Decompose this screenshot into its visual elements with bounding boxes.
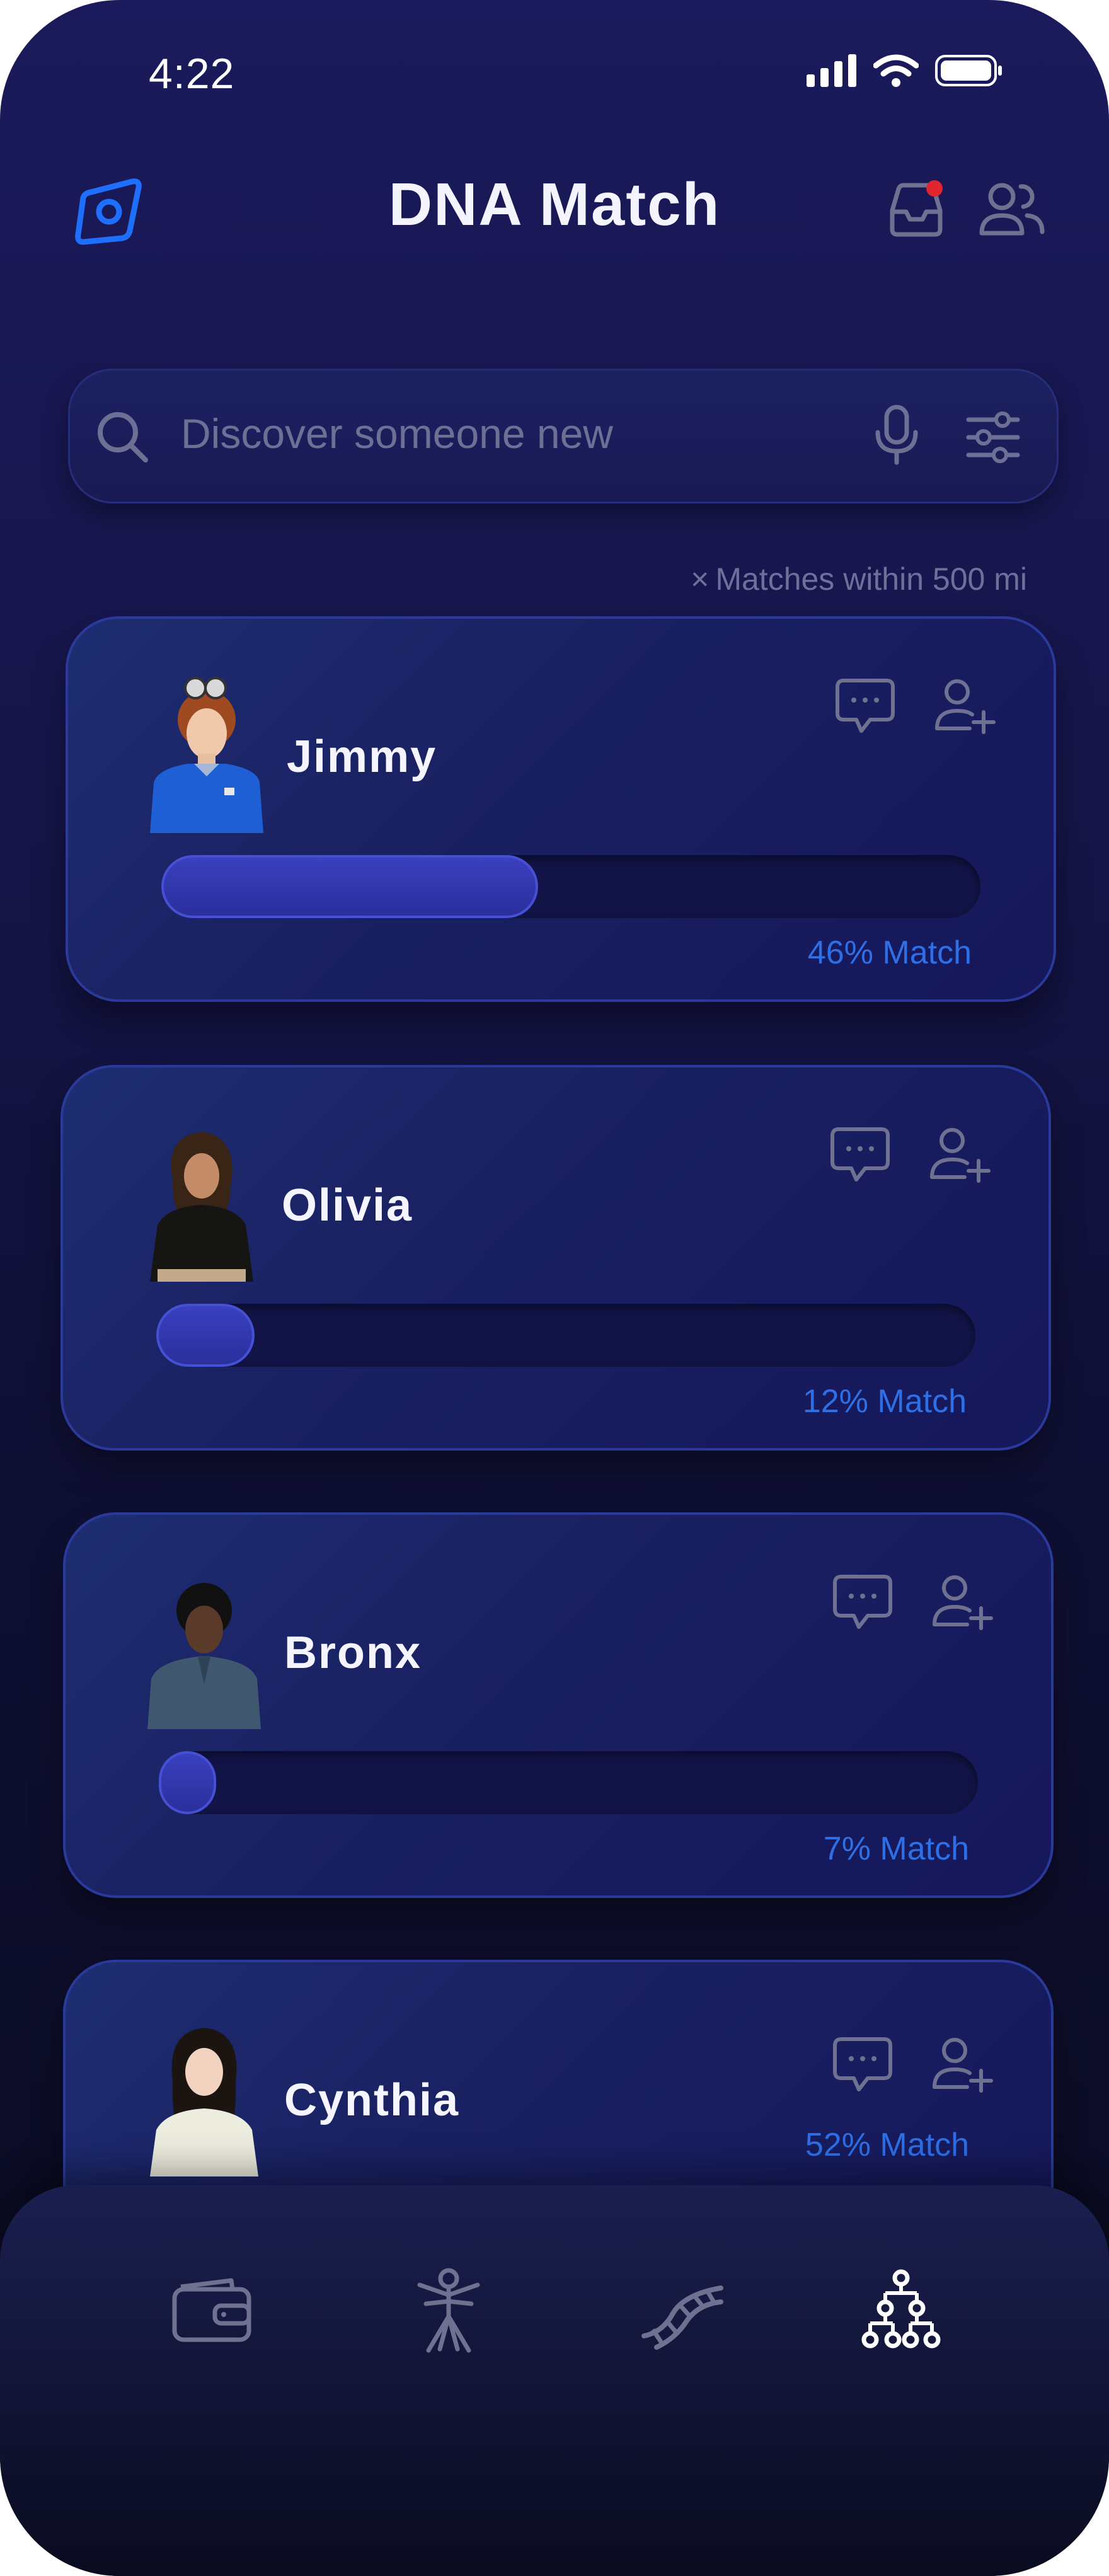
signal-icon [807, 54, 856, 87]
remove-filter-icon[interactable]: × [691, 561, 709, 597]
chat-icon[interactable] [831, 2033, 894, 2096]
dna-icon [641, 2286, 723, 2350]
add-friend-icon[interactable] [928, 1127, 991, 1183]
wifi-icon [873, 54, 919, 87]
chat-icon[interactable] [834, 674, 897, 737]
search-bar[interactable]: Discover someone new [68, 369, 1059, 503]
people-icon[interactable] [977, 178, 1046, 241]
distance-filter-chip[interactable]: × Matches within 500 mi [691, 561, 1027, 597]
add-friend-icon[interactable] [931, 2037, 994, 2093]
add-friend-icon[interactable] [933, 678, 996, 735]
chat-icon[interactable] [831, 1570, 894, 1633]
chat-icon[interactable] [829, 1123, 892, 1186]
family-tree-icon [861, 2269, 941, 2349]
match-percentage: 46% Match [807, 934, 972, 971]
header-actions [885, 178, 1046, 241]
status-icons [807, 54, 1003, 87]
tab-body[interactable] [398, 2260, 499, 2360]
match-card[interactable]: Olivia 12% Match [60, 1065, 1051, 1451]
match-progress-fill [159, 1751, 216, 1814]
distance-filter-label: Matches within 500 mi [715, 561, 1027, 597]
match-name: Bronx [284, 1628, 422, 1678]
match-card[interactable]: Bronx 7% Match [63, 1512, 1054, 1898]
battery-icon [935, 55, 1002, 86]
body-icon [417, 2268, 480, 2353]
status-time: 4:22 [149, 50, 235, 98]
tab-family-tree[interactable] [851, 2260, 951, 2360]
avatar [147, 1583, 261, 1729]
match-progress-track [159, 1751, 978, 1814]
match-card[interactable]: Jimmy 46% Match [66, 616, 1056, 1002]
search-input[interactable]: Discover someone new [181, 410, 613, 457]
microphone-icon[interactable] [871, 403, 922, 466]
match-progress-track [161, 855, 980, 918]
match-progress-track [156, 1304, 975, 1367]
match-name: Cynthia [284, 2075, 460, 2125]
match-percentage: 7% Match [823, 1831, 969, 1867]
match-name: Jimmy [287, 732, 437, 782]
notification-dot [926, 180, 943, 197]
app-screen: 4:22 DNA Match Discover someone new × Ma… [0, 0, 1109, 2576]
filter-sliders-icon[interactable] [965, 410, 1021, 464]
tab-dna[interactable] [631, 2260, 732, 2360]
match-percentage: 12% Match [802, 1383, 967, 1420]
match-percentage: 52% Match [805, 2127, 969, 2163]
match-progress-fill [161, 855, 538, 918]
match-progress-fill [156, 1304, 255, 1367]
match-name: Olivia [282, 1180, 413, 1231]
avatar [150, 1132, 253, 1282]
tab-wallet[interactable] [161, 2260, 262, 2360]
add-friend-icon[interactable] [931, 1574, 994, 1631]
wallet-icon [172, 2278, 251, 2342]
avatar [150, 677, 263, 833]
search-icon [98, 412, 148, 463]
avatar [150, 2028, 258, 2176]
bottom-tab-bar [0, 2185, 1109, 2576]
inbox-button[interactable] [885, 178, 948, 241]
